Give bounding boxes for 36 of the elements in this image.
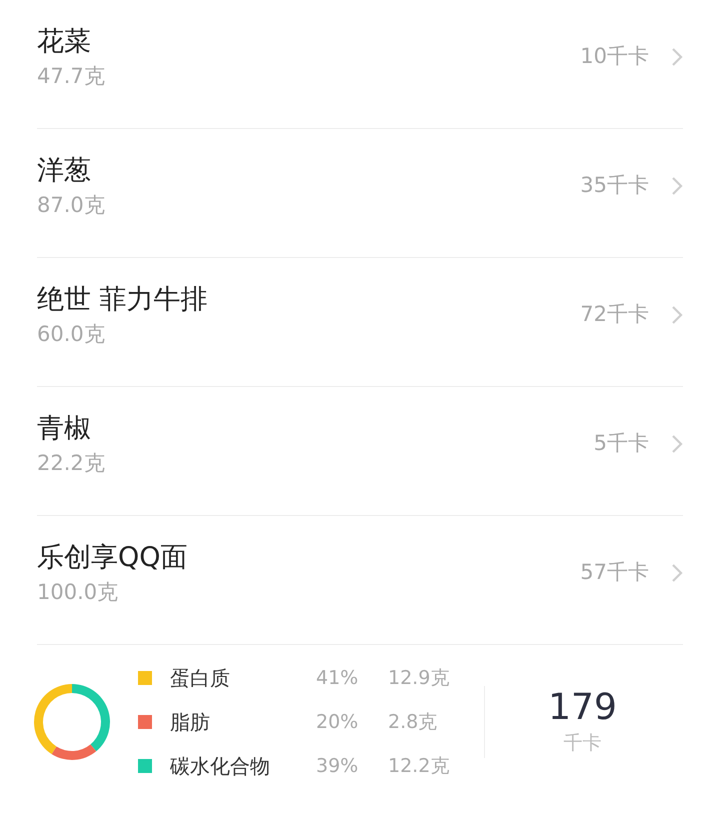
food-name: 乐创享QQ面: [37, 541, 189, 575]
nutrient-percent: 41%: [316, 666, 360, 691]
nutrient-name: 蛋白质: [170, 665, 231, 692]
nutrient-amount: 12.9克: [388, 666, 450, 691]
food-name: 花菜: [37, 25, 92, 59]
chevron-icon: [671, 563, 683, 583]
food-calories: 72千卡: [580, 301, 649, 328]
nutrient-name: 碳水化合物: [170, 753, 271, 780]
food-row[interactable]: 绝世 菲力牛排 60.0克 72千卡: [37, 258, 683, 387]
food-name: 青椒: [37, 412, 92, 446]
calorie-unit: 千卡: [564, 730, 602, 756]
total-calories: 179: [548, 686, 617, 729]
food-row[interactable]: 花菜 47.7克 10千卡: [37, 0, 683, 129]
food-weight: 22.2克: [37, 450, 106, 477]
nutrient-percent: 20%: [316, 710, 360, 735]
food-weight: 87.0克: [37, 192, 106, 219]
chevron-icon: [671, 305, 683, 325]
chevron-icon: [671, 47, 683, 67]
food-name: 绝世 菲力牛排: [37, 283, 209, 317]
chevron-icon: [671, 176, 683, 196]
food-weight: 100.0克: [37, 579, 120, 606]
food-row[interactable]: 青椒 22.2克 5千卡: [37, 387, 683, 516]
food-calories: 35千卡: [580, 172, 649, 200]
nutrient-name: 脂肪: [170, 709, 211, 736]
food-calories: 57千卡: [580, 559, 649, 586]
food-name: 洋葱: [37, 154, 92, 188]
food-calories: 10千卡: [580, 43, 649, 70]
food-weight: 60.0克: [37, 321, 106, 348]
food-calories: 5千卡: [594, 430, 649, 458]
food-row[interactable]: 乐创享QQ面 100.0克 57千卡: [37, 516, 683, 645]
nutrient-amount: 12.2克: [388, 754, 450, 779]
food-weight: 47.7克: [37, 63, 106, 90]
nutrient-amount: 2.8克: [388, 710, 438, 735]
nutrient-percent: 39%: [316, 754, 360, 779]
chevron-icon: [671, 434, 683, 454]
food-row[interactable]: 洋葱 87.0克 35千卡: [37, 129, 683, 258]
